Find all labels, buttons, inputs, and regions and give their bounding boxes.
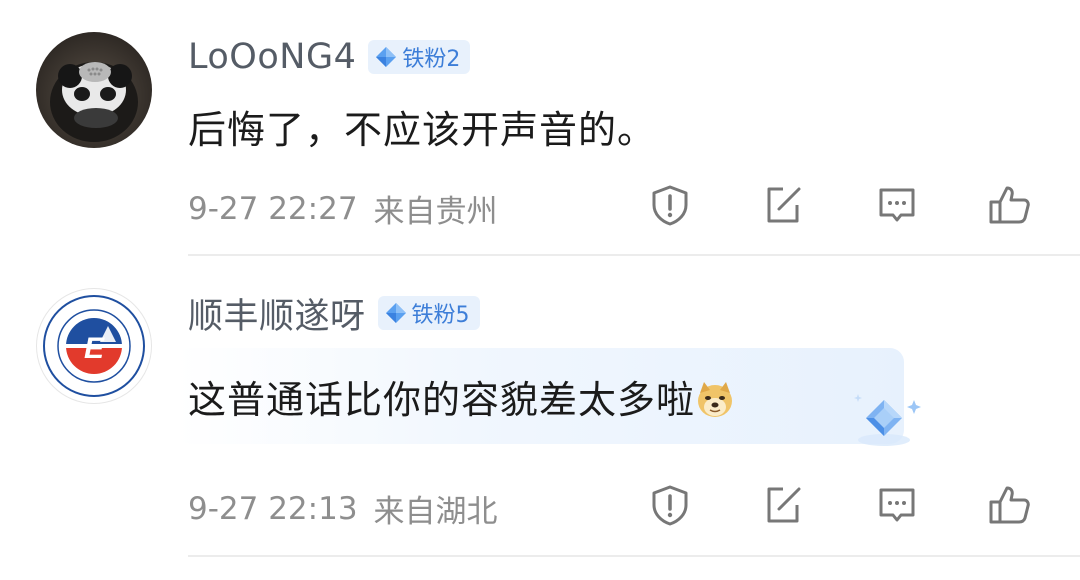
- fan-badge[interactable]: 铁粉5: [377, 296, 480, 330]
- reply-button[interactable]: [872, 480, 922, 530]
- fan-badge[interactable]: 铁粉2: [368, 40, 471, 74]
- avatar[interactable]: [36, 32, 152, 148]
- report-button[interactable]: [645, 480, 695, 530]
- username-row: 顺丰顺遂呀 铁粉5: [188, 288, 480, 339]
- like-icon: [989, 486, 1030, 524]
- diamond-sparkle-icon: [854, 394, 921, 446]
- username[interactable]: LoOoNG4: [188, 37, 356, 77]
- diamond-icon: [385, 303, 406, 323]
- avatar[interactable]: E: [36, 288, 152, 404]
- comment-item: LoOoNG4 铁粉2 后悔了，不应该开声音的。 9-27 22:27 来自贵州: [0, 0, 1080, 255]
- like-button[interactable]: [985, 180, 1035, 230]
- badge-label: 铁粉5: [411, 303, 470, 328]
- comment-meta: 9-27 22:13 来自湖北: [188, 486, 498, 531]
- doge-emoji-icon: [695, 379, 735, 419]
- username[interactable]: 顺丰顺遂呀: [188, 288, 366, 339]
- divider: [188, 555, 1080, 557]
- diamond-icon: [376, 47, 397, 67]
- reply-icon: [879, 488, 915, 522]
- timestamp: 9-27 22:27: [188, 190, 358, 227]
- location: 来自贵州: [373, 194, 498, 230]
- share-icon: [767, 187, 801, 223]
- like-button[interactable]: [985, 480, 1035, 530]
- comment-text: 这普通话比你的容貌差太多啦: [188, 369, 735, 424]
- share-button[interactable]: [758, 480, 808, 530]
- timestamp: 9-27 22:13: [188, 490, 358, 527]
- comment-text: 后悔了，不应该开声音的。: [188, 108, 657, 152]
- badge-label: 铁粉2: [402, 47, 461, 72]
- share-button[interactable]: [758, 180, 808, 230]
- reply-icon: [879, 188, 915, 222]
- panda-avatar-image: [36, 32, 152, 148]
- comment-text-body: 这普通话比你的容貌差太多啦: [188, 378, 696, 422]
- reply-button[interactable]: [872, 180, 922, 230]
- comment-meta: 9-27 22:27 来自贵州: [188, 186, 498, 231]
- comment-item: E 顺丰顺遂呀 铁粉5 这普通话比你的容貌差太多啦 9-27 22:13 来自湖…: [0, 256, 1080, 556]
- report-icon: [652, 185, 688, 226]
- like-icon: [989, 186, 1030, 224]
- share-icon: [767, 487, 801, 523]
- report-icon: [652, 485, 688, 526]
- svg-text:E: E: [84, 332, 105, 365]
- report-button[interactable]: [645, 180, 695, 230]
- university-logo-icon: E: [38, 290, 150, 402]
- username-row: LoOoNG4 铁粉2: [188, 34, 471, 80]
- location: 来自湖北: [373, 494, 498, 530]
